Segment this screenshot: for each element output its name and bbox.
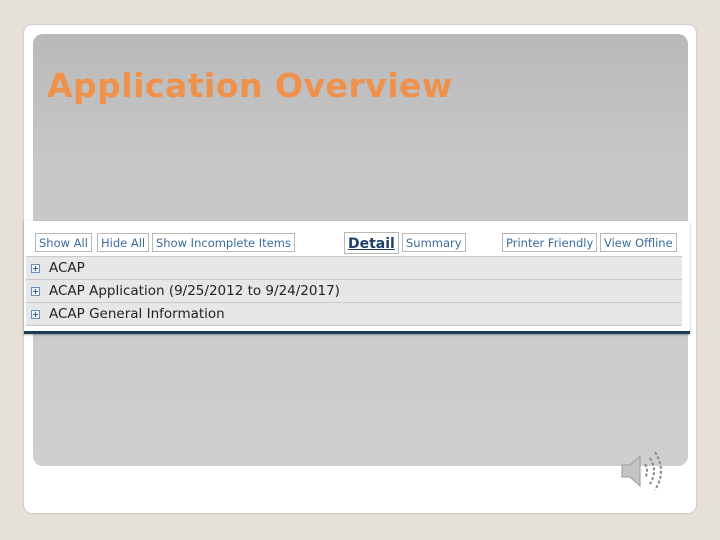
show-all-button[interactable]: Show All [35,233,92,252]
screenshot-edge [682,221,690,331]
summary-view-tab[interactable]: Summary [402,233,466,252]
printer-friendly-button[interactable]: Printer Friendly [502,233,598,252]
view-offline-button[interactable]: View Offline [600,233,677,252]
plus-box-icon[interactable] [31,263,40,273]
tree-item-label: ACAP General Information [49,306,225,322]
tree-item-acap-general-information[interactable]: ACAP General Information [26,303,682,326]
tree-item-acap[interactable]: ACAP [26,256,682,280]
plus-box-icon[interactable] [31,286,40,296]
application-tree: ACAP ACAP Application (9/25/2012 to 9/24… [26,256,682,326]
slide-title: Application Overview [47,66,453,105]
application-overview-screenshot: Show All Hide All Show Incomplete Items … [24,221,690,334]
tree-item-acap-application[interactable]: ACAP Application (9/25/2012 to 9/24/2017… [26,280,682,303]
detail-view-tab[interactable]: Detail [344,232,399,254]
speaker-icon[interactable] [618,446,670,496]
plus-box-icon[interactable] [31,309,40,319]
show-incomplete-items-button[interactable]: Show Incomplete Items [152,233,295,252]
overview-toolbar: Show All Hide All Show Incomplete Items … [24,221,690,255]
hide-all-button[interactable]: Hide All [97,233,150,252]
tree-item-label: ACAP Application (9/25/2012 to 9/24/2017… [49,283,340,299]
tree-item-label: ACAP [49,260,85,276]
